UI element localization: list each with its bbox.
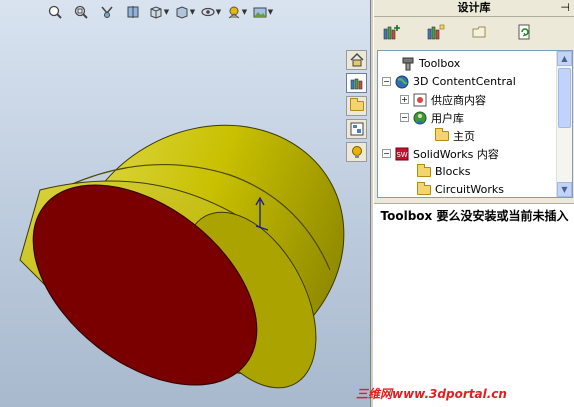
- globe-icon: [394, 74, 410, 90]
- tree-item-label: SolidWorks 内容: [413, 147, 499, 161]
- folder-icon: [416, 181, 432, 198]
- collapse-toggle[interactable]: −: [382, 149, 391, 158]
- tree-item-label: Blocks: [435, 165, 471, 178]
- tree-item-blocks[interactable]: Blocks: [416, 163, 470, 180]
- design-library-toolbar: [374, 17, 574, 47]
- refresh-icon[interactable]: [512, 21, 536, 43]
- tree-item-toolbox[interactable]: Toolbox: [400, 55, 460, 72]
- graphics-viewport[interactable]: ▼ ▼ ▼ ▼ ▼: [0, 0, 372, 407]
- tree-item-label: 用户库: [431, 111, 464, 125]
- home-icon[interactable]: [346, 50, 367, 70]
- scroll-thumb[interactable]: [558, 68, 571, 128]
- tree-item-label: 主页: [453, 129, 475, 143]
- toolbox-icon: [400, 56, 416, 72]
- tree-item-label: Toolbox: [419, 57, 461, 70]
- collapse-toggle[interactable]: −: [400, 113, 409, 122]
- user-library-icon: [412, 110, 428, 126]
- task-pane-tabs: [346, 50, 368, 162]
- design-library-tree: Toolbox − 3D ContentCentral + 供应商内容 − 用户…: [377, 50, 573, 198]
- tree-item-label: 3D ContentCentral: [413, 75, 516, 88]
- expand-toggle[interactable]: +: [400, 95, 409, 104]
- scroll-up-arrow-icon[interactable]: ▲: [557, 51, 572, 66]
- library-message-area: Toolbox 要么没安装或当前未插入: [374, 203, 574, 407]
- view-palette-icon[interactable]: [346, 119, 367, 139]
- tree-item-home[interactable]: 主页: [434, 127, 475, 144]
- scroll-down-arrow-icon[interactable]: ▼: [557, 182, 572, 197]
- create-new-folder-icon[interactable]: [468, 21, 492, 43]
- add-file-location-icon[interactable]: [424, 21, 448, 43]
- folder-icon: [416, 163, 432, 180]
- tree-item-supplier-content[interactable]: + 供应商内容: [400, 91, 486, 108]
- part-model[interactable]: [0, 0, 372, 407]
- tree-item-user-library[interactable]: − 用户库: [400, 109, 464, 126]
- design-library-icon[interactable]: [346, 73, 367, 93]
- folder-icon: [434, 127, 450, 144]
- add-to-library-icon[interactable]: [380, 21, 404, 43]
- watermark-text: 三维网www.3dportal.cn: [356, 387, 507, 401]
- appearances-icon[interactable]: [346, 142, 367, 162]
- solidworks-icon: SW: [394, 146, 410, 162]
- toolbox-status-message: Toolbox 要么没安装或当前未插入: [380, 209, 569, 223]
- tree-item-solidworks-content[interactable]: − SW SolidWorks 内容: [382, 145, 499, 162]
- tree-item-label: 供应商内容: [431, 93, 486, 107]
- task-pane: 设计库 ⊣ Toolbox − 3D ContentCentral + 供应商内…: [373, 0, 574, 407]
- tree-item-3d-contentcentral[interactable]: − 3D ContentCentral: [382, 73, 516, 90]
- svg-text:SW: SW: [396, 151, 407, 159]
- task-pane-header: 设计库 ⊣: [374, 0, 574, 17]
- file-explorer-icon[interactable]: [346, 96, 367, 116]
- tree-item-label: CircuitWorks: [435, 183, 504, 196]
- task-pane-title: 设计库: [457, 1, 491, 14]
- supplier-content-icon: [412, 92, 428, 108]
- tree-scrollbar[interactable]: ▲ ▼: [556, 51, 572, 197]
- collapse-toggle[interactable]: −: [382, 77, 391, 86]
- tree-item-circuitworks[interactable]: CircuitWorks: [416, 181, 504, 198]
- pin-icon[interactable]: ⊣: [560, 0, 570, 16]
